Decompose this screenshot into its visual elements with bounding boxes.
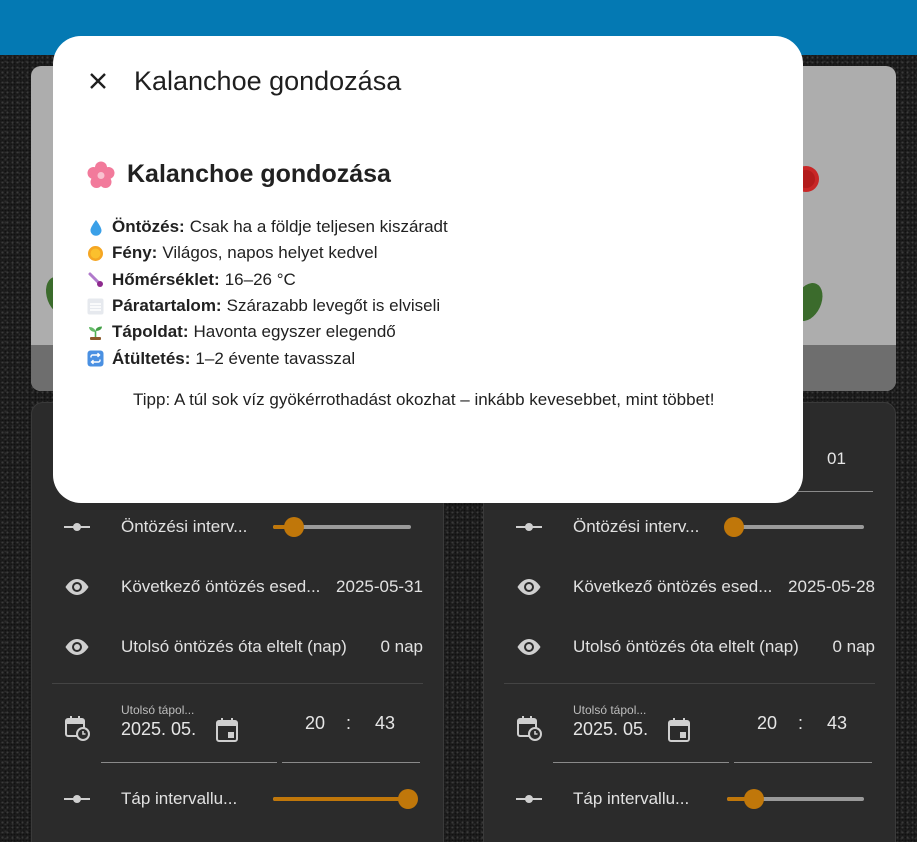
- care-info-dialog: Kalanchoe gondozása Kalanchoe gondozása …: [53, 36, 803, 503]
- top-field-value[interactable]: 01: [827, 449, 846, 469]
- slider-thumb[interactable]: [283, 517, 304, 537]
- slider-dot-icon: [514, 512, 544, 542]
- feed-interval-row: Táp intervallu...: [52, 779, 423, 819]
- care-item-text: Világos, napos helyet kedvel: [162, 243, 378, 263]
- since-last-watering-value: 0 nap: [380, 637, 423, 656]
- next-watering-label: Következő öntözés esed...: [121, 577, 321, 596]
- close-icon[interactable]: [83, 66, 113, 96]
- since-last-watering-label: Utolsó öntözés óta eltelt (nap): [121, 637, 347, 656]
- care-heading-text: Kalanchoe gondozása: [127, 160, 391, 188]
- next-watering-row[interactable]: Következő öntözés esed... 2025-05-28: [504, 567, 875, 607]
- since-last-watering-value: 0 nap: [832, 637, 875, 656]
- section-divider: [52, 683, 423, 684]
- dialog-title: Kalanchoe gondozása: [134, 66, 402, 96]
- droplet-icon: [87, 219, 104, 236]
- care-item-fertilizer: Tápoldat: Havonta egyszer elegendő: [87, 319, 448, 345]
- repeat-icon: [87, 350, 104, 367]
- since-last-watering-row[interactable]: Utolsó öntözés óta eltelt (nap) 0 nap: [52, 627, 423, 667]
- care-item-text: Havonta egyszer elegendő: [193, 322, 396, 342]
- last-feed-field-label: Utolsó tápol...: [573, 703, 647, 717]
- watering-interval-label: Öntözési interv...: [573, 517, 700, 536]
- care-item-text: Szárazabb levegőt is elviseli: [226, 296, 441, 316]
- calendar-icon[interactable]: [215, 717, 239, 748]
- care-item-label: Páratartalom:: [112, 296, 222, 316]
- time-hour[interactable]: 20: [305, 713, 325, 734]
- slider-fill: [273, 797, 408, 801]
- feed-interval-row: Táp intervallu...: [504, 779, 875, 819]
- care-item-label: Hőmérséklet:: [112, 269, 220, 289]
- watering-interval-row: Öntözési interv...: [52, 507, 423, 547]
- seedling-icon: [87, 324, 104, 341]
- care-item-text: 16–26 °C: [224, 269, 296, 289]
- next-watering-value: 2025-05-31: [336, 577, 423, 596]
- care-heading: Kalanchoe gondozása: [87, 160, 391, 189]
- sun-icon: [87, 245, 104, 262]
- fog-icon: [87, 298, 104, 315]
- last-feed-time-field[interactable]: 20 : 43: [282, 695, 420, 763]
- time-separator: :: [798, 713, 804, 733]
- watering-interval-slider[interactable]: [273, 517, 411, 537]
- care-item-light: Fény: Világos, napos helyet kedvel: [87, 240, 448, 266]
- feed-interval-label: Táp intervallu...: [121, 789, 238, 808]
- eye-icon: [62, 632, 92, 662]
- last-feed-time-field[interactable]: 20 : 43: [734, 695, 872, 763]
- next-watering-row[interactable]: Következő öntözés esed... 2025-05-31: [52, 567, 423, 607]
- care-item-label: Tápoldat:: [112, 322, 189, 342]
- watering-interval-label: Öntözési interv...: [121, 517, 248, 536]
- care-item-label: Átültetés:: [112, 348, 191, 368]
- time-minute[interactable]: 43: [375, 713, 395, 734]
- flower-icon: [87, 161, 115, 189]
- care-item-text: Csak ha a földje teljesen kiszáradt: [189, 217, 448, 237]
- time-hour[interactable]: 20: [757, 713, 777, 734]
- feed-interval-label: Táp intervallu...: [573, 789, 690, 808]
- section-divider: [504, 683, 875, 684]
- next-watering-label: Következő öntözés esed...: [573, 577, 773, 596]
- watering-interval-row: Öntözési interv...: [504, 507, 875, 547]
- time-minute[interactable]: 43: [827, 713, 847, 734]
- thermometer-icon: [87, 271, 104, 288]
- slider-thumb[interactable]: [724, 517, 744, 537]
- care-list: Öntözés: Csak ha a földje teljesen kiszár…: [87, 214, 448, 372]
- last-feed-date-field[interactable]: Utolsó tápol... 2025. 05.: [101, 695, 277, 763]
- slider-thumb[interactable]: [398, 789, 418, 809]
- slider-dot-icon: [62, 512, 92, 542]
- eye-icon: [62, 572, 92, 602]
- care-item-label: Fény:: [112, 243, 158, 263]
- last-feed-date-value: 2025. 05.: [573, 719, 649, 739]
- care-item-watering: Öntözés: Csak ha a földje teljesen kiszár…: [87, 214, 448, 240]
- time-separator: :: [346, 713, 352, 733]
- care-item-temperature: Hőmérséklet: 16–26 °C: [87, 267, 448, 293]
- since-last-watering-label: Utolsó öntözés óta eltelt (nap): [573, 637, 799, 656]
- care-item-repotting: Átültetés: 1–2 évente tavasszal: [87, 345, 448, 371]
- care-item-text: 1–2 évente tavasszal: [195, 348, 356, 368]
- feed-interval-slider[interactable]: [727, 789, 864, 809]
- last-feed-field-label: Utolsó tápol...: [121, 703, 195, 717]
- care-tip: Tipp: A túl sok víz gyökérrothadást okoz…: [133, 390, 715, 409]
- slider-thumb[interactable]: [744, 789, 765, 809]
- calendar-clock-icon: [514, 713, 544, 743]
- next-watering-value: 2025-05-28: [788, 577, 875, 596]
- care-item-humidity: Páratartalom: Szárazabb levegőt is elvise…: [87, 293, 448, 319]
- feed-interval-slider[interactable]: [273, 789, 418, 809]
- since-last-watering-row[interactable]: Utolsó öntözés óta eltelt (nap) 0 nap: [504, 627, 875, 667]
- care-item-label: Öntözés:: [112, 217, 185, 237]
- slider-dot-icon: [62, 784, 92, 814]
- last-feed-date-field[interactable]: Utolsó tápol... 2025. 05.: [553, 695, 729, 763]
- slider-dot-icon: [514, 784, 544, 814]
- watering-interval-slider[interactable]: [724, 517, 864, 537]
- last-feed-date-value: 2025. 05.: [121, 719, 197, 739]
- calendar-icon[interactable]: [667, 717, 691, 748]
- calendar-clock-icon: [62, 713, 92, 743]
- eye-icon: [514, 632, 544, 662]
- eye-icon: [514, 572, 544, 602]
